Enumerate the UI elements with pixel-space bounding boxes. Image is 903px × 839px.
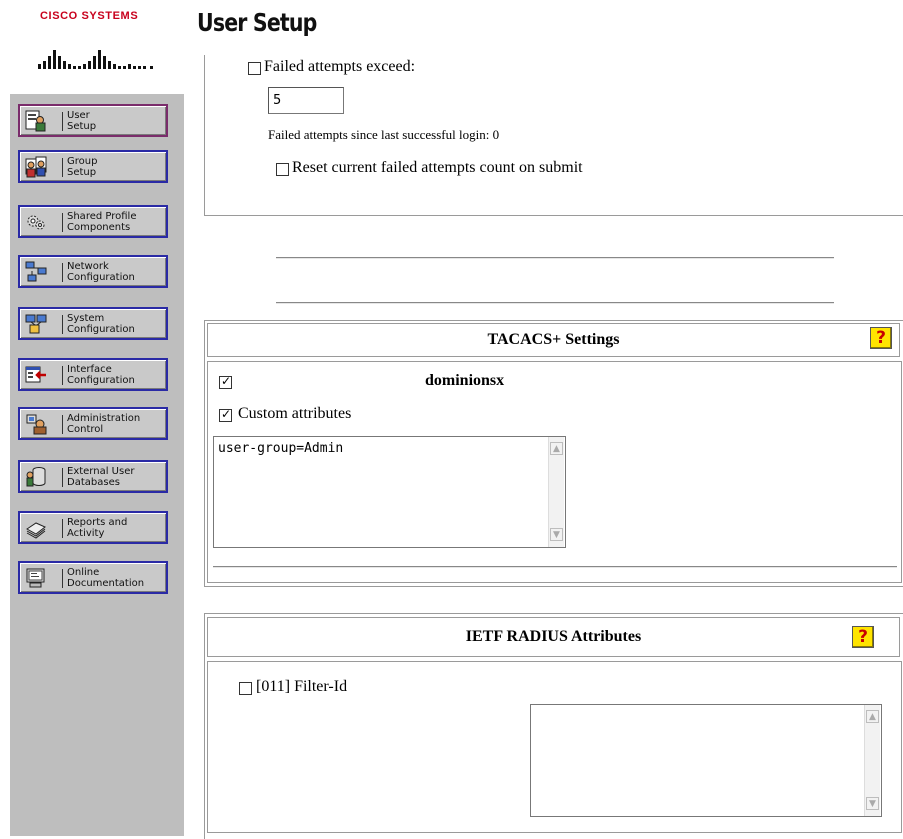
separator-line — [213, 566, 897, 568]
user-setup-icon — [25, 110, 46, 132]
cisco-logo-bars-icon — [38, 50, 153, 69]
scroll-up-icon[interactable]: ▲ — [550, 442, 563, 455]
nav-online-doc-button[interactable]: Online Documentation — [18, 561, 168, 594]
nav-user-setup-button[interactable]: User Setup — [18, 104, 168, 137]
network-config-icon — [25, 261, 47, 282]
cisco-logo-text: Cisco Systems — [40, 10, 139, 22]
tacacs-header: TACACS+ Settings — [207, 323, 900, 357]
separator-line — [276, 257, 834, 259]
filter-id-scrollbar[interactable]: ▲ ▼ — [864, 705, 880, 816]
separator-line — [276, 302, 834, 304]
nav-admin-control-button[interactable]: Administration Control — [18, 407, 168, 440]
nav-network-config-button[interactable]: Network Configuration — [18, 255, 168, 288]
nav-external-db-button[interactable]: External User Databases — [18, 460, 168, 493]
nav-label: Reports and Activity — [67, 517, 128, 539]
nav-group-setup-button[interactable]: Group Setup — [18, 150, 168, 183]
nav-label: Online Documentation — [67, 567, 145, 589]
failed-attempts-input[interactable] — [268, 87, 344, 114]
custom-attributes-checkbox[interactable] — [219, 407, 232, 422]
nav-label: Group Setup — [67, 156, 98, 178]
scroll-down-icon[interactable]: ▼ — [550, 528, 563, 541]
nav-shared-profile-button[interactable]: Shared Profile Components — [18, 205, 168, 238]
group-setup-icon — [25, 156, 47, 178]
page-title: User Setup — [197, 8, 317, 37]
tacacs-help-icon[interactable]: ? — [870, 327, 892, 349]
nav-system-config-button[interactable]: System Configuration — [18, 307, 168, 340]
custom-attributes-label: Custom attributes — [238, 405, 352, 422]
scroll-down-icon[interactable]: ▼ — [866, 797, 879, 810]
filter-id-label: [011] Filter-Id — [256, 678, 348, 695]
nav-label: Interface Configuration — [67, 364, 135, 386]
nav-label: System Configuration — [67, 313, 135, 335]
failed-attempts-checkbox[interactable] — [248, 62, 261, 75]
filter-id-textarea[interactable] — [530, 704, 882, 817]
service-dominionsx-checkbox[interactable] — [219, 374, 232, 389]
failed-attempts-since-text: Failed attempts since last successful lo… — [268, 127, 500, 142]
reset-attempts-checkbox[interactable] — [276, 163, 289, 176]
external-db-icon — [26, 467, 46, 487]
radius-help-icon[interactable]: ? — [852, 626, 874, 648]
custom-attributes-textarea[interactable]: user-group=Admin — [213, 436, 566, 548]
scroll-up-icon[interactable]: ▲ — [866, 710, 879, 723]
nav-label: User Setup — [67, 110, 97, 132]
online-doc-icon — [26, 568, 45, 588]
shared-profile-icon — [27, 215, 45, 230]
interface-config-icon — [25, 366, 46, 383]
nav-label: External User Databases — [67, 466, 135, 488]
radius-header-title: IETF RADIUS Attributes — [465, 628, 642, 645]
nav-interface-config-button[interactable]: Interface Configuration — [18, 358, 168, 391]
failed-attempts-label: Failed attempts exceed: — [264, 58, 416, 75]
admin-control-icon — [26, 414, 47, 435]
nav-reports-button[interactable]: Reports and Activity — [18, 511, 168, 544]
nav-label: Network Configuration — [67, 261, 135, 283]
service-name-label: dominionsx — [425, 372, 505, 389]
tacacs-header-title: TACACS+ Settings — [487, 331, 620, 348]
reports-icon — [26, 522, 46, 539]
nav-label: Shared Profile Components — [67, 211, 137, 233]
custom-attributes-scrollbar[interactable]: ▲ ▼ — [548, 437, 564, 547]
reset-attempts-label: Reset current failed attempts count on s… — [292, 159, 583, 176]
filter-id-checkbox[interactable] — [239, 682, 252, 695]
radius-header: IETF RADIUS Attributes — [207, 617, 900, 657]
system-config-icon — [25, 314, 47, 334]
nav-label: Administration Control — [67, 413, 141, 435]
